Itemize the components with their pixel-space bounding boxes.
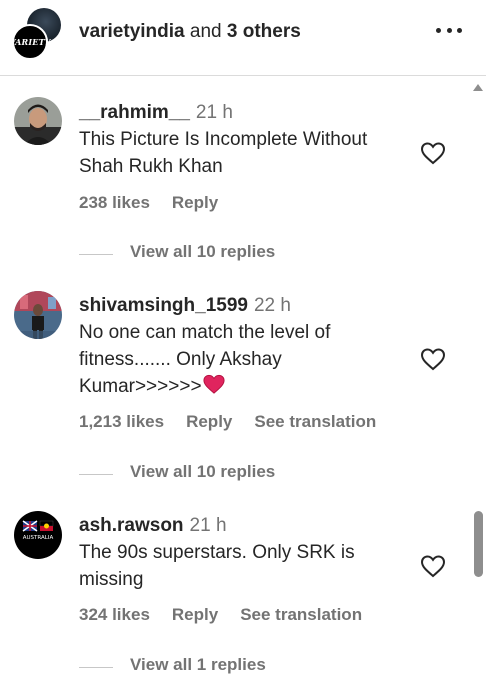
other-authors[interactable]: 3 others — [227, 21, 301, 42]
view-replies-button[interactable]: View all 10 replies — [79, 462, 379, 486]
view-replies-button[interactable]: View all 1 replies — [79, 655, 379, 679]
comment-text-line: This Picture Is Incomplete Without — [79, 129, 368, 150]
author-username[interactable]: varietyindia — [79, 21, 185, 42]
likes-count[interactable]: 238 likes — [79, 193, 150, 212]
post-header: VARIETY varietyindia and 3 others — [0, 0, 486, 76]
likes-count[interactable]: 1,213 likes — [79, 412, 164, 431]
reply-button[interactable]: Reply — [186, 412, 232, 431]
comment-text-line: The 90s superstars. Only SRK is — [79, 542, 355, 563]
comment-text-line: Kumar>>>>>> — [79, 376, 202, 397]
comment-text-line: Shah Rukh Khan — [79, 156, 223, 177]
like-heart-icon[interactable] — [420, 141, 446, 165]
person-photo-icon — [14, 291, 62, 339]
comment-text-line: No one can match the level of — [79, 322, 331, 343]
comment-text-line: fitness....... Only Akshay — [79, 349, 282, 370]
like-heart-icon[interactable] — [420, 554, 446, 578]
view-replies-button[interactable]: View all 10 replies — [79, 242, 379, 266]
comment-avatar[interactable]: AUSTRALIA — [14, 511, 62, 559]
post-author-title[interactable]: varietyindia and 3 others — [79, 20, 301, 44]
scroll-up-arrow-icon[interactable] — [473, 84, 483, 91]
like-heart-icon[interactable] — [420, 347, 446, 371]
comment-time[interactable]: 21 h — [190, 515, 227, 536]
scrollbar-thumb[interactable] — [474, 511, 483, 577]
reply-button[interactable]: Reply — [172, 605, 218, 624]
stacked-avatars[interactable]: VARIETY — [9, 8, 64, 60]
view-replies-label[interactable]: View all 1 replies — [130, 655, 266, 675]
comment-avatar[interactable] — [14, 97, 62, 145]
comment-text-line: missing — [79, 569, 144, 590]
reply-button[interactable]: Reply — [172, 193, 218, 212]
replies-divider — [79, 254, 113, 255]
person-photo-icon — [14, 97, 62, 145]
comment-time[interactable]: 21 h — [196, 102, 233, 123]
view-replies-label[interactable]: View all 10 replies — [130, 462, 275, 482]
variety-avatar[interactable]: VARIETY — [9, 24, 51, 60]
more-options-icon[interactable] — [436, 28, 462, 36]
comment-username[interactable]: __rahmim__ — [79, 102, 190, 123]
replies-divider — [79, 667, 113, 668]
comment-time[interactable]: 22 h — [254, 295, 291, 316]
replies-divider — [79, 474, 113, 475]
comment-avatar[interactable] — [14, 291, 62, 339]
australia-flag-icon: AUSTRALIA — [14, 511, 62, 559]
author-conjunction: and — [184, 21, 227, 42]
comment-username[interactable]: ash.rawson — [79, 515, 184, 536]
view-replies-label[interactable]: View all 10 replies — [130, 242, 275, 262]
see-translation-button[interactable]: See translation — [240, 605, 362, 624]
avatar-text: AUSTRALIA — [23, 535, 54, 541]
variety-logo: VARIETY — [9, 37, 51, 47]
red-heart-emoji-icon — [203, 374, 225, 394]
comment-username[interactable]: shivamsingh_1599 — [79, 295, 248, 316]
see-translation-button[interactable]: See translation — [254, 412, 376, 431]
likes-count[interactable]: 324 likes — [79, 605, 150, 624]
